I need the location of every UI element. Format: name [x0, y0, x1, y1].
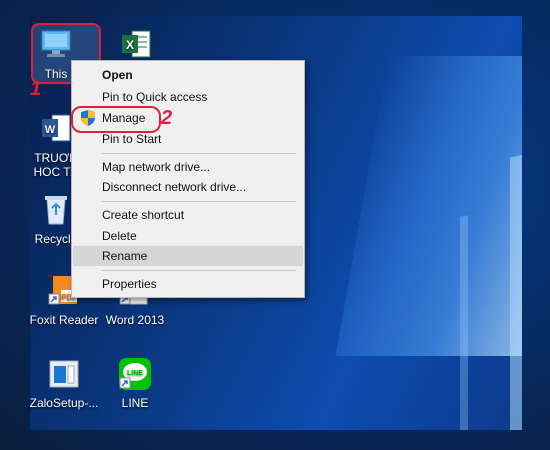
- desktop-icon-line[interactable]: LINE LINE: [97, 357, 173, 410]
- menu-item-disconnect-network-drive[interactable]: Disconnect network drive...: [73, 177, 303, 197]
- desktop-icon-label: ZaloSetup-...: [29, 396, 99, 410]
- word-doc-icon: W: [38, 112, 74, 148]
- menu-item-properties[interactable]: Properties: [73, 274, 303, 294]
- menu-item-label: Disconnect network drive...: [102, 180, 247, 194]
- wallpaper-beam: [510, 154, 522, 430]
- manage-highlight-ring: [71, 106, 161, 133]
- annotation-marker-2: 2: [161, 107, 173, 129]
- menu-item-label: Map network drive...: [102, 160, 211, 174]
- menu-separator: [101, 153, 296, 154]
- recycle-bin-icon: [38, 193, 74, 229]
- menu-item-create-shortcut[interactable]: Create shortcut: [73, 205, 303, 225]
- menu-item-label: Rename: [102, 249, 148, 263]
- menu-separator: [101, 201, 296, 202]
- menu-item-open[interactable]: Open: [73, 65, 303, 85]
- svg-text:LINE: LINE: [127, 370, 143, 377]
- menu-separator: [101, 270, 296, 271]
- menu-item-rename[interactable]: Rename: [73, 246, 303, 266]
- zalo-setup-icon: [46, 357, 82, 393]
- wallpaper-beam: [460, 215, 468, 430]
- this-pc-icon: [38, 28, 74, 64]
- excel-icon: X: [118, 28, 154, 64]
- menu-item-pin-to-quick-access[interactable]: Pin to Quick access: [73, 87, 303, 107]
- svg-text:W: W: [45, 124, 56, 136]
- menu-item-label: Properties: [102, 277, 157, 291]
- annotation-marker-1: 1: [30, 78, 42, 100]
- menu-item-map-network-drive[interactable]: Map network drive...: [73, 157, 303, 177]
- desktop-icon-label: LINE: [121, 396, 149, 410]
- line-icon: LINE: [117, 357, 153, 393]
- desktop-icon-zalo-setup[interactable]: ZaloSetup-...: [26, 357, 102, 410]
- menu-item-label: Pin to Quick access: [102, 90, 208, 104]
- svg-text:X: X: [126, 38, 134, 52]
- menu-item-label: Pin to Start: [102, 132, 162, 146]
- desktop-icon-label: Word 2013: [105, 313, 165, 327]
- desktop-icon-label: Foxit Reader: [29, 313, 99, 327]
- context-menu: Open Pin to Quick access Manage Pin to S…: [71, 60, 305, 298]
- wallpaper-light: [335, 56, 522, 356]
- menu-item-label: Delete: [102, 229, 137, 243]
- menu-item-delete[interactable]: Delete: [73, 226, 303, 246]
- menu-item-label: Open: [102, 68, 133, 82]
- menu-item-label: Create shortcut: [102, 208, 185, 222]
